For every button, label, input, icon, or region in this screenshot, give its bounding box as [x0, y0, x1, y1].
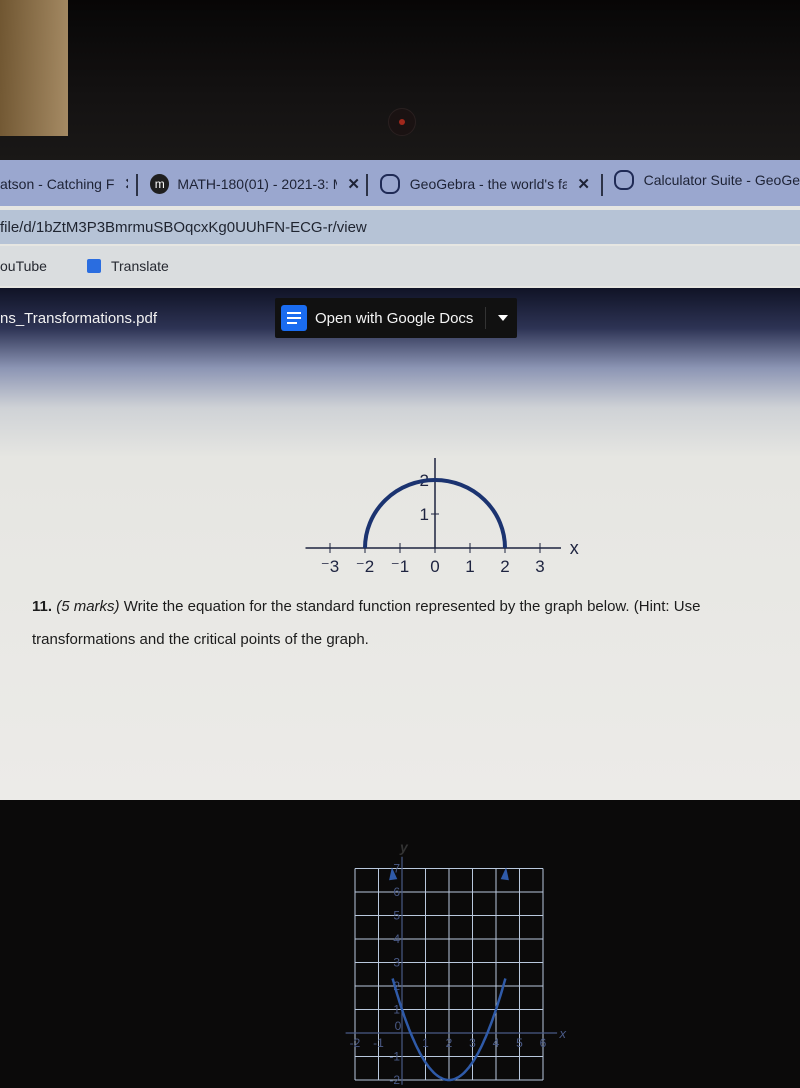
parabola-graph: xy-2 -101 2 3 4 5 6-2-11234567 [345, 839, 566, 1087]
y-tick-label: -2 [389, 1073, 400, 1087]
question-11: 11. (5 marks) Write the equation for the… [32, 590, 792, 656]
dropdown-caret-icon[interactable] [498, 315, 509, 321]
geogebra-icon [380, 174, 400, 194]
screen: atson - Catching F ✕ m MATH-180(01) - 20… [0, 160, 800, 1087]
bookmarks-bar: ouTube Translate [0, 246, 800, 286]
y-tick-label: 4 [393, 932, 400, 946]
x-axis-label: x [570, 538, 579, 558]
file-name: ns_Transformations.pdf [0, 310, 158, 327]
semicircle-graph: x⁻3 ⁻2 ⁻1 0 1 2 312 [305, 458, 579, 576]
open-with-google-docs-button[interactable]: Open with Google Docs [275, 298, 517, 338]
x-tick-label: 4 [493, 1036, 500, 1050]
x-tick-label: 2 [446, 1036, 453, 1050]
question-text: Write the equation for the standard func… [32, 598, 701, 648]
tab-label: atson - Catching F [0, 176, 115, 192]
question-marks: (5 marks) [56, 598, 120, 615]
tab-calculator-suite[interactable]: Calculator Suite - GeoGe [614, 164, 800, 196]
translate-icon [86, 259, 101, 273]
geogebra-icon [614, 170, 634, 190]
bookmark-youtube[interactable]: ouTube [0, 258, 47, 274]
x-tick-label: 2 [500, 557, 509, 576]
tab-label: Calculator Suite - GeoGe [643, 172, 800, 188]
x-tick-label: -1 [373, 1036, 384, 1050]
y-tick-label: 3 [393, 956, 400, 970]
laptop-bezel [0, 0, 800, 162]
close-icon[interactable]: ✕ [347, 175, 360, 193]
address-bar[interactable]: file/d/1bZtM3P3BmrmuSBOqcxKg0UUhFN-ECG-r… [0, 210, 800, 244]
tab-separator [601, 174, 603, 196]
pdf-viewer: ns_Transformations.pdf Open with Google … [0, 288, 800, 1087]
y-tick-label: 5 [393, 909, 400, 923]
x-tick-label: 0 [395, 1019, 402, 1033]
tab-label: GeoGebra - the world's fa [409, 176, 568, 192]
bookmark-translate[interactable]: Translate [111, 258, 169, 274]
arrow-right-end [500, 867, 509, 881]
background-object [0, 0, 68, 136]
x-tick-label: 3 [535, 557, 544, 576]
tab-label: MATH-180(01) - 2021-3: M [177, 176, 338, 192]
tab-separator [366, 174, 368, 196]
x-tick-label: 1 [465, 557, 474, 576]
question-number: 11. [32, 598, 53, 615]
tab-separator [136, 174, 138, 196]
tab-catching[interactable]: atson - Catching F ✕ [0, 168, 128, 200]
tab-bar: atson - Catching F ✕ m MATH-180(01) - 20… [0, 160, 800, 206]
x-tick-label: -2 [350, 1036, 361, 1050]
y-tick-label: 1 [420, 505, 429, 524]
x-tick-label: ⁻3 [321, 557, 339, 576]
y-tick-label: -1 [389, 1050, 400, 1064]
tab-geogebra[interactable]: GeoGebra - the world's fa ✕ [380, 168, 590, 200]
y-tick-label: 6 [393, 885, 400, 899]
x-tick-label: 3 [469, 1036, 476, 1050]
webcam [388, 108, 416, 136]
x-tick-label: 5 [516, 1036, 523, 1050]
x-tick-label: 0 [430, 557, 439, 576]
x-tick-label: ⁻1 [391, 557, 409, 576]
google-docs-icon [281, 305, 307, 331]
tab-math180[interactable]: m MATH-180(01) - 2021-3: M ✕ [150, 168, 360, 200]
close-icon[interactable]: ✕ [124, 175, 128, 193]
y-axis-label: y [399, 839, 409, 855]
moodle-icon: m [150, 174, 170, 194]
open-with-label: Open with Google Docs [315, 309, 474, 327]
url-text: file/d/1bZtM3P3BmrmuSBOqcxKg0UUhFN-ECG-r… [0, 218, 367, 236]
button-divider [485, 307, 487, 329]
x-tick-label: ⁻2 [356, 557, 374, 576]
close-icon[interactable]: ✕ [577, 175, 590, 193]
x-tick-label: 6 [540, 1036, 547, 1050]
x-tick-label: 1 [422, 1036, 429, 1050]
x-axis-label: x [558, 1026, 566, 1041]
